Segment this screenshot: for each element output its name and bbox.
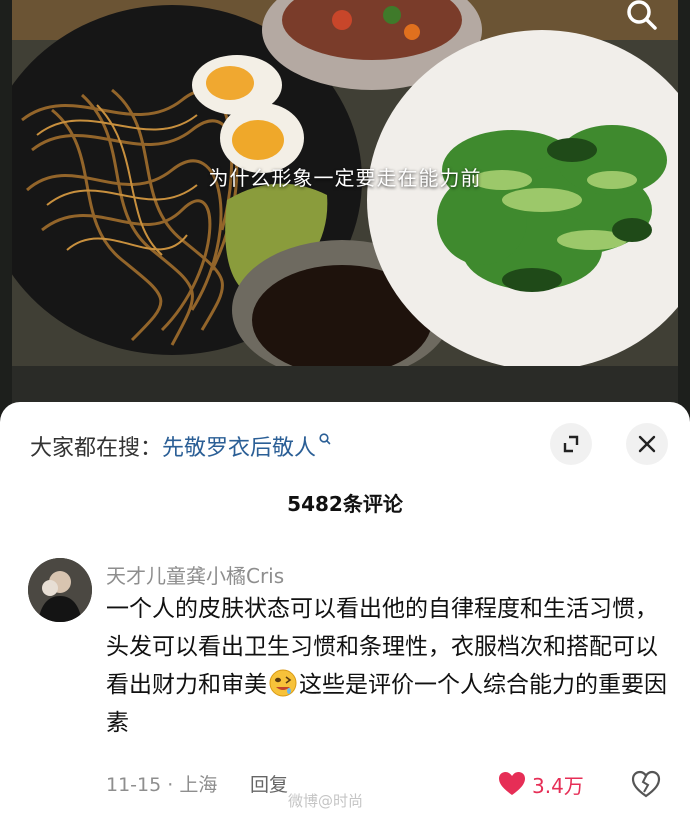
trending-prefix: 大家都在搜： xyxy=(30,436,163,461)
expand-icon xyxy=(563,435,579,453)
close-button[interactable] xyxy=(626,423,668,465)
close-icon xyxy=(638,435,656,453)
watermark: 微博@时尚 xyxy=(288,792,364,810)
comment-count: 5482条评论 xyxy=(287,492,403,516)
like-count: 3.4万 xyxy=(532,773,584,798)
search-icon[interactable] xyxy=(622,0,662,36)
trending-query-link[interactable]: 先敬罗衣后敬人 xyxy=(162,436,316,461)
expand-button[interactable] xyxy=(550,423,592,465)
like-button[interactable]: 3.4万 xyxy=(498,768,584,800)
comment-sheet: 大家都在搜：先敬罗衣后敬人 5482条评论 天才儿童龚小橘Cris 一个人的皮肤… xyxy=(0,402,690,822)
search-icon xyxy=(319,428,331,453)
broken-heart-icon xyxy=(631,770,661,798)
comment-date-location: 11-15 · 上海 xyxy=(106,774,218,796)
heart-icon xyxy=(499,772,525,795)
video-bottom-strip xyxy=(12,366,678,406)
trending-search[interactable]: 大家都在搜：先敬罗衣后敬人 xyxy=(30,428,331,462)
dislike-button[interactable] xyxy=(630,768,662,800)
comment-text: 一个人的皮肤状态可以看出他的自律程度和生活习惯，头发可以看出卫生习惯和条理性，衣… xyxy=(106,590,676,742)
avatar[interactable] xyxy=(28,558,92,622)
drooling-face-emoji-icon xyxy=(268,668,298,698)
reply-button[interactable]: 回复 xyxy=(250,770,288,797)
video-player[interactable]: 为什么形象一定要走在能力前 xyxy=(0,0,690,410)
video-caption: 为什么形象一定要走在能力前 xyxy=(208,166,482,190)
comment-username[interactable]: 天才儿童龚小橘Cris xyxy=(106,560,284,589)
